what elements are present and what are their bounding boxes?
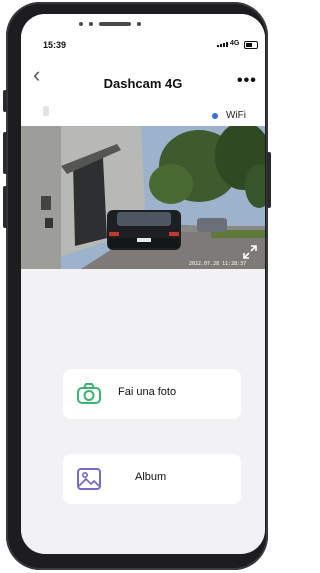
- video-timestamp: 2022.07.28 11:28:37: [189, 261, 247, 267]
- app-screen: 15:39 4G ‹ Dashcam 4G ••• WiFi 2022.07.2…: [21, 14, 265, 554]
- wifi-status-label: WiFi: [226, 110, 246, 121]
- album-button[interactable]: Album: [63, 454, 241, 504]
- network-type: 4G: [230, 40, 240, 47]
- signal-icon: [217, 42, 228, 47]
- status-bar: 15:39 4G: [21, 14, 265, 54]
- wifi-status-dot: [212, 113, 218, 119]
- phone-frame: 15:39 4G ‹ Dashcam 4G ••• WiFi 2022.07.2…: [3, 2, 271, 570]
- camera-icon: [77, 383, 101, 404]
- camera-feed-image: [21, 126, 265, 269]
- more-options-button[interactable]: •••: [237, 72, 257, 90]
- volume-down-button: [3, 186, 7, 228]
- navigation-bar: ‹ Dashcam 4G ••• WiFi: [21, 54, 265, 126]
- volume-up-button: [3, 132, 7, 174]
- page-title: Dashcam 4G: [103, 76, 183, 91]
- battery-icon: [244, 41, 258, 49]
- take-photo-button[interactable]: Fai una foto: [63, 369, 241, 419]
- status-time: 15:39: [43, 40, 67, 50]
- album-label: Album: [135, 471, 167, 483]
- take-photo-label: Fai una foto: [118, 386, 177, 398]
- mute-switch: [3, 90, 7, 112]
- speaker-grille: [79, 22, 141, 26]
- fullscreen-icon[interactable]: [242, 244, 258, 260]
- image-icon: [77, 468, 101, 490]
- live-video-view[interactable]: 2022.07.28 11:28:37: [21, 126, 265, 269]
- faded-icon: [43, 106, 49, 116]
- power-button: [267, 152, 271, 208]
